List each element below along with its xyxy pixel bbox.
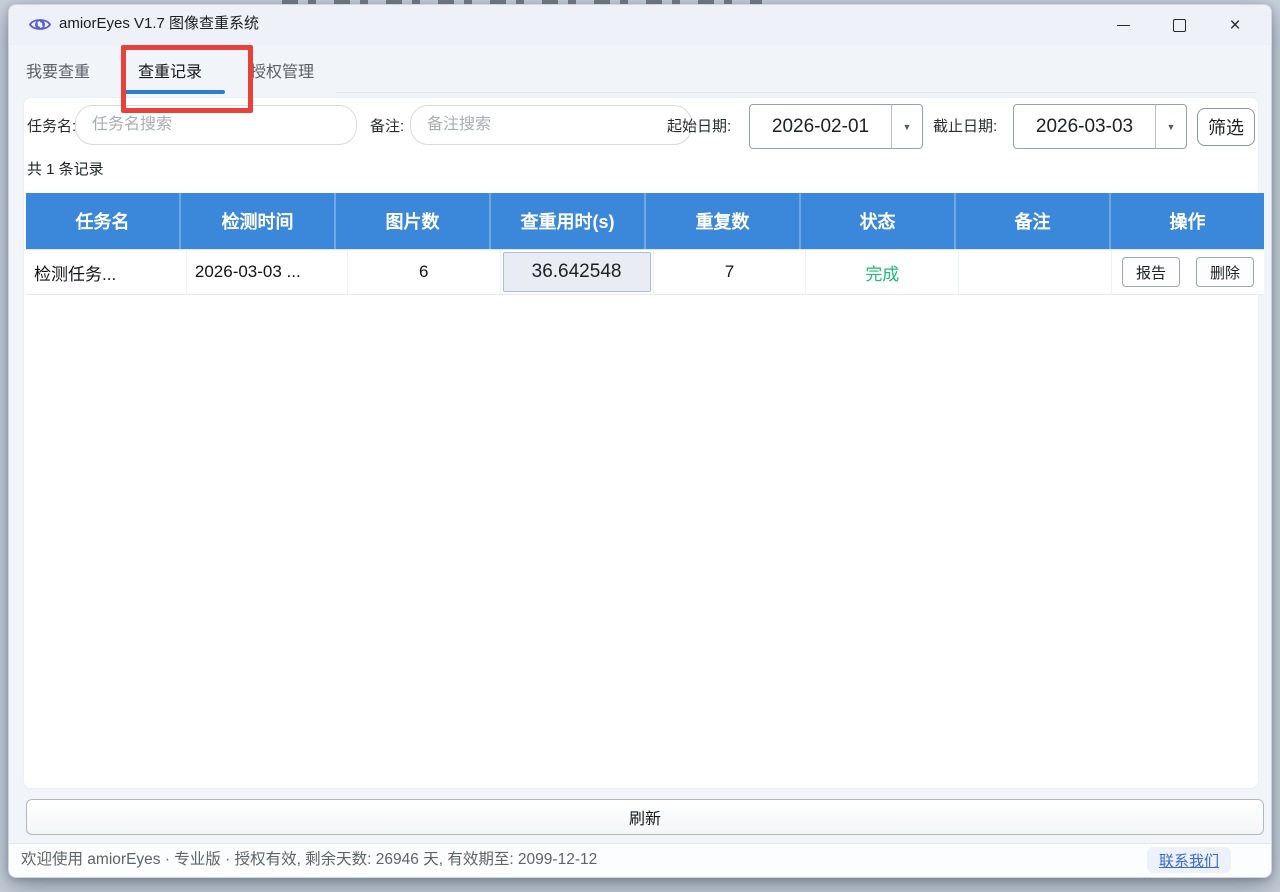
header-image-count: 图片数 — [336, 193, 491, 249]
report-button[interactable]: 报告 — [1122, 257, 1180, 287]
start-date-label: 起始日期: — [667, 112, 731, 142]
app-eye-icon — [28, 14, 52, 35]
end-date-value: 2026-03-03 — [1014, 116, 1155, 138]
end-date-select[interactable]: 2026-03-03 ▼ — [1013, 104, 1187, 149]
task-name-label: 任务名: — [27, 112, 76, 142]
cell-duration[interactable]: 36.642548 — [501, 249, 654, 295]
cell-task-name[interactable]: 检测任务... — [26, 249, 187, 295]
contact-pill: 联系我们 — [1147, 847, 1231, 873]
minimize-button[interactable] — [1095, 5, 1151, 45]
cell-status: 完成 — [806, 249, 959, 295]
desktop: amiorEyes V1.7 图像查重系统 × 我要查重 查重记录 授权管理 任… — [0, 0, 1280, 892]
cell-duplicate-count[interactable]: 7 — [654, 249, 807, 295]
cell-image-count[interactable]: 6 — [348, 249, 501, 295]
remark-label: 备注: — [370, 112, 404, 142]
header-duration: 查重用时(s) — [491, 193, 646, 249]
header-actions: 操作 — [1111, 193, 1264, 249]
annotation-box — [121, 45, 253, 113]
header-remark: 备注 — [956, 193, 1111, 249]
record-count: 共 1 条记录 — [27, 157, 104, 183]
maximize-button[interactable] — [1151, 5, 1207, 45]
start-date-select[interactable]: 2026-02-01 ▼ — [749, 104, 923, 149]
window-title: amiorEyes V1.7 图像查重系统 — [59, 5, 259, 43]
refresh-button[interactable]: 刷新 — [26, 799, 1264, 835]
table-header-row: 任务名 检测时间 图片数 查重用时(s) 重复数 状态 备注 操作 — [26, 193, 1264, 249]
header-status: 状态 — [801, 193, 956, 249]
license-status-text: 欢迎使用 amiorEyes · 专业版 · 授权有效, 剩余天数: 26946… — [21, 844, 597, 876]
end-date-label: 截止日期: — [933, 112, 997, 142]
chevron-down-icon[interactable]: ▼ — [1155, 105, 1186, 148]
tab-check-now[interactable]: 我要查重 — [26, 49, 90, 97]
title-bar: amiorEyes V1.7 图像查重系统 × — [9, 5, 1271, 45]
header-detect-time: 检测时间 — [181, 193, 336, 249]
delete-button[interactable]: 删除 — [1196, 257, 1254, 287]
chevron-down-icon[interactable]: ▼ — [891, 105, 922, 148]
cell-remark[interactable] — [959, 249, 1112, 295]
tab-license-management[interactable]: 授权管理 — [250, 49, 314, 97]
selected-cell-highlight[interactable]: 36.642548 — [503, 252, 651, 292]
app-window: amiorEyes V1.7 图像查重系统 × 我要查重 查重记录 授权管理 任… — [8, 4, 1272, 878]
close-button[interactable]: × — [1207, 5, 1263, 45]
close-icon: × — [1229, 16, 1240, 35]
header-duplicate-count: 重复数 — [646, 193, 801, 249]
table-row[interactable]: 检测任务... 2026-03-03 ... 6 36.642548 7 完成 … — [26, 249, 1264, 295]
header-task-name: 任务名 — [26, 193, 181, 249]
cell-actions: 报告 删除 — [1112, 249, 1264, 295]
maximize-icon — [1173, 19, 1186, 32]
cell-detect-time[interactable]: 2026-03-03 ... — [187, 249, 348, 295]
status-bar: 欢迎使用 amiorEyes · 专业版 · 授权有效, 剩余天数: 26946… — [9, 843, 1271, 877]
filter-button[interactable]: 筛选 — [1197, 108, 1255, 146]
start-date-value: 2026-02-01 — [750, 116, 891, 138]
remark-search-input[interactable] — [410, 105, 692, 145]
records-table: 任务名 检测时间 图片数 查重用时(s) 重复数 状态 备注 操作 检测任务..… — [26, 193, 1264, 295]
contact-us-link[interactable]: 联系我们 — [1159, 850, 1219, 871]
tab-bar-divider — [336, 92, 1257, 93]
minimize-icon — [1117, 25, 1130, 26]
window-controls: × — [1095, 5, 1263, 45]
